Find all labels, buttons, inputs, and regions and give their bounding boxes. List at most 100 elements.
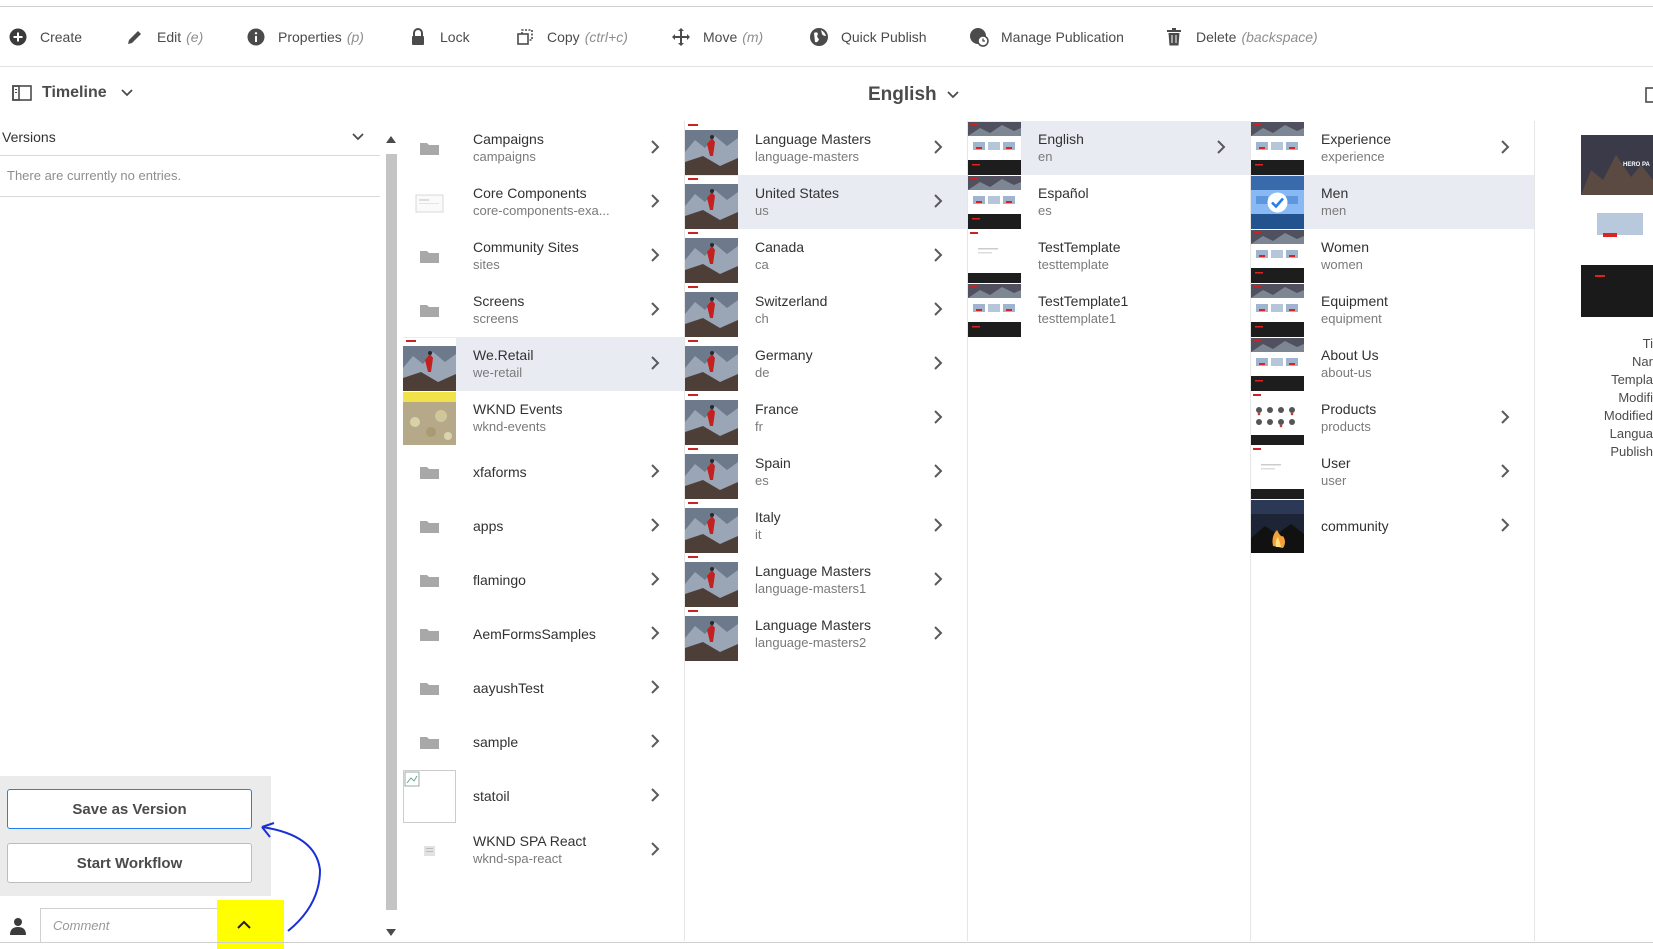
chevron-right-icon[interactable] — [650, 247, 664, 265]
pencil-icon — [125, 27, 145, 47]
column-item[interactable]: Equipment equipment — [1251, 283, 1534, 337]
item-title: Campaigns — [473, 131, 544, 147]
chevron-right-icon[interactable] — [650, 139, 664, 157]
column-item[interactable]: Language Masters language-masters — [685, 121, 967, 175]
column-item[interactable]: Germany de — [685, 337, 967, 391]
chevron-right-icon[interactable] — [650, 625, 664, 643]
edit-button[interactable]: Edit (e) — [125, 8, 203, 66]
quick-publish-button[interactable]: Quick Publish — [809, 8, 927, 66]
column-item[interactable]: sample — [403, 715, 684, 769]
column-item[interactable]: AemFormsSamples — [403, 607, 684, 661]
annotation-arrow — [261, 822, 322, 932]
chevron-right-icon[interactable] — [650, 463, 664, 481]
scroll-thumb[interactable] — [386, 154, 397, 910]
chevron-right-icon[interactable] — [650, 733, 664, 751]
column-item[interactable]: Spain es — [685, 445, 967, 499]
column-item[interactable]: Core Components core-components-exa... — [403, 175, 684, 229]
column-item[interactable]: Canada ca — [685, 229, 967, 283]
delete-label: Delete — [1196, 29, 1237, 45]
chevron-right-icon[interactable] — [933, 571, 947, 589]
create-button[interactable]: Create — [8, 8, 82, 66]
column-item[interactable]: community — [1251, 499, 1534, 553]
chevron-right-icon[interactable] — [650, 355, 664, 373]
chevron-right-icon[interactable] — [650, 841, 664, 859]
chevron-right-icon[interactable] — [933, 301, 947, 319]
column-item[interactable]: United States us — [685, 175, 967, 229]
rail-view-dropdown[interactable]: Timeline — [12, 84, 133, 102]
miller-column-3: English en Español es TestTemplate testtempla… — [968, 121, 1251, 941]
chevron-right-icon[interactable] — [933, 625, 947, 643]
copy-button[interactable]: Copy (ctrl+c) — [515, 8, 628, 66]
item-thumbnail — [403, 176, 456, 229]
column-item[interactable]: We.Retail we-retail — [403, 337, 684, 391]
item-name: screens — [473, 311, 519, 326]
scroll-down-arrow-icon[interactable] — [386, 923, 396, 941]
column-item[interactable]: Switzerland ch — [685, 283, 967, 337]
start-workflow-button[interactable]: Start Workflow — [7, 843, 252, 883]
chevron-right-icon[interactable] — [650, 787, 664, 805]
save-as-version-button[interactable]: Save as Version — [7, 789, 252, 829]
item-name: equipment — [1321, 311, 1382, 326]
chevron-down-icon — [946, 91, 959, 99]
chevron-right-icon[interactable] — [650, 517, 664, 535]
item-labels: WKND SPA React wknd-spa-react — [473, 832, 586, 868]
column-item[interactable]: Italy it — [685, 499, 967, 553]
chevron-right-icon[interactable] — [1500, 139, 1514, 157]
chevron-right-icon[interactable] — [1500, 409, 1514, 427]
chevron-right-icon[interactable] — [1500, 463, 1514, 481]
column-item[interactable]: statoil — [403, 769, 684, 823]
column-item[interactable]: TestTemplate1 testtemplate1 — [968, 283, 1250, 337]
chevron-right-icon[interactable] — [650, 301, 664, 319]
versions-filter[interactable]: Versions — [0, 119, 380, 156]
column-item[interactable]: About Us about-us — [1251, 337, 1534, 391]
item-name: de — [755, 365, 770, 380]
chevron-right-icon[interactable] — [650, 679, 664, 697]
column-item[interactable]: Community Sites sites — [403, 229, 684, 283]
chevron-right-icon[interactable] — [933, 355, 947, 373]
column-item[interactable]: Language Masters language-masters1 — [685, 553, 967, 607]
move-button[interactable]: Move (m) — [671, 8, 763, 66]
chevron-right-icon[interactable] — [1216, 139, 1230, 157]
item-title: TestTemplate — [1038, 239, 1121, 255]
column-item[interactable]: xfaforms — [403, 445, 684, 499]
column-item[interactable]: Men men — [1251, 175, 1534, 229]
item-name: we-retail — [473, 365, 523, 380]
column-item[interactable]: Women women — [1251, 229, 1534, 283]
chevron-right-icon[interactable] — [933, 247, 947, 265]
column-item[interactable]: WKND Events wknd-events — [403, 391, 684, 445]
column-item[interactable]: Language Masters language-masters2 — [685, 607, 967, 661]
item-thumbnail — [403, 500, 456, 553]
manage-publication-button[interactable]: Manage Publication — [969, 8, 1124, 66]
column-item[interactable]: France fr — [685, 391, 967, 445]
column-item[interactable]: apps — [403, 499, 684, 553]
column-item[interactable]: Campaigns campaigns — [403, 121, 684, 175]
column-item[interactable]: WKND SPA React wknd-spa-react — [403, 823, 684, 877]
move-shortcut: (m) — [742, 29, 764, 45]
chevron-right-icon[interactable] — [933, 139, 947, 157]
chevron-right-icon[interactable] — [650, 571, 664, 589]
item-title: Men — [1321, 185, 1349, 201]
scroll-up-arrow-icon[interactable] — [386, 130, 396, 148]
column-item[interactable]: Experience experience — [1251, 121, 1534, 175]
copy-stack-icon[interactable] — [1645, 86, 1653, 104]
language-switcher[interactable]: English — [868, 84, 959, 106]
chevron-right-icon[interactable] — [933, 463, 947, 481]
delete-button[interactable]: Delete (backspace) — [1164, 8, 1318, 66]
chevron-right-icon[interactable] — [933, 517, 947, 535]
chevron-right-icon[interactable] — [1500, 517, 1514, 535]
column-item[interactable]: User user — [1251, 445, 1534, 499]
item-labels: Language Masters language-masters — [755, 130, 871, 166]
column-item[interactable]: Español es — [968, 175, 1250, 229]
item-labels: community — [1321, 517, 1389, 535]
lock-button[interactable]: Lock — [408, 8, 470, 66]
column-item[interactable]: aayushTest — [403, 661, 684, 715]
column-item[interactable]: Products products — [1251, 391, 1534, 445]
column-item[interactable]: flamingo — [403, 553, 684, 607]
chevron-right-icon[interactable] — [650, 193, 664, 211]
chevron-right-icon[interactable] — [933, 193, 947, 211]
column-item[interactable]: TestTemplate testtemplate — [968, 229, 1250, 283]
properties-button[interactable]: Properties (p) — [246, 8, 364, 66]
chevron-right-icon[interactable] — [933, 409, 947, 427]
column-item[interactable]: Screens screens — [403, 283, 684, 337]
column-item[interactable]: English en — [968, 121, 1250, 175]
